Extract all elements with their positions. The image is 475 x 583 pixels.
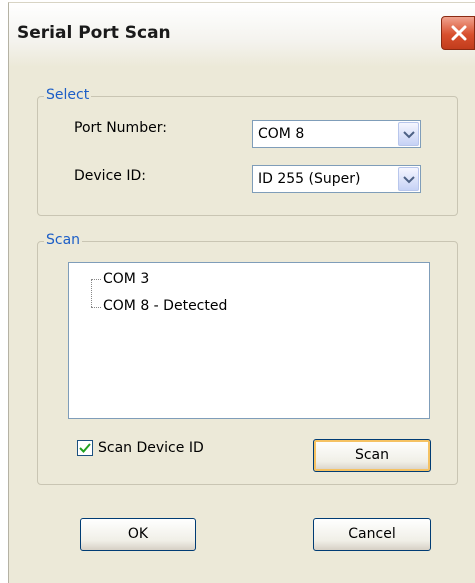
- select-group: Select: [37, 87, 458, 216]
- port-tree-view[interactable]: COM 3 COM 8 - Detected: [68, 262, 430, 419]
- scan-device-id-checkbox[interactable]: [77, 440, 93, 456]
- device-id-label: Device ID:: [74, 168, 146, 184]
- port-number-dropdown-button[interactable]: [398, 122, 419, 146]
- device-id-dropdown-button[interactable]: [398, 167, 419, 191]
- tree-connector-line: [91, 279, 101, 280]
- chevron-down-icon: [403, 176, 415, 184]
- cancel-button[interactable]: Cancel: [313, 518, 431, 551]
- scan-device-id-label[interactable]: Scan Device ID: [98, 440, 204, 456]
- scan-button[interactable]: Scan: [313, 439, 431, 472]
- window-title: Serial Port Scan: [17, 23, 171, 43]
- scan-group-legend: Scan: [44, 232, 83, 248]
- port-number-select[interactable]: COM 8: [252, 120, 421, 148]
- device-id-value: ID 255 (Super): [258, 171, 361, 187]
- close-button[interactable]: [441, 16, 475, 50]
- port-number-value: COM 8: [258, 126, 305, 142]
- port-number-label: Port Number:: [74, 120, 167, 136]
- tree-connector-line: [91, 307, 101, 308]
- title-bar[interactable]: Serial Port Scan: [9, 3, 475, 67]
- tree-item-com8[interactable]: COM 8 - Detected: [103, 298, 227, 314]
- close-icon: [451, 25, 467, 41]
- ok-button[interactable]: OK: [80, 518, 196, 551]
- select-group-legend: Select: [44, 87, 92, 103]
- checkmark-icon: [79, 443, 91, 453]
- tree-connector-line: [91, 279, 92, 307]
- device-id-select[interactable]: ID 255 (Super): [252, 165, 421, 193]
- tree-item-com3[interactable]: COM 3: [103, 271, 149, 287]
- chevron-down-icon: [403, 131, 415, 139]
